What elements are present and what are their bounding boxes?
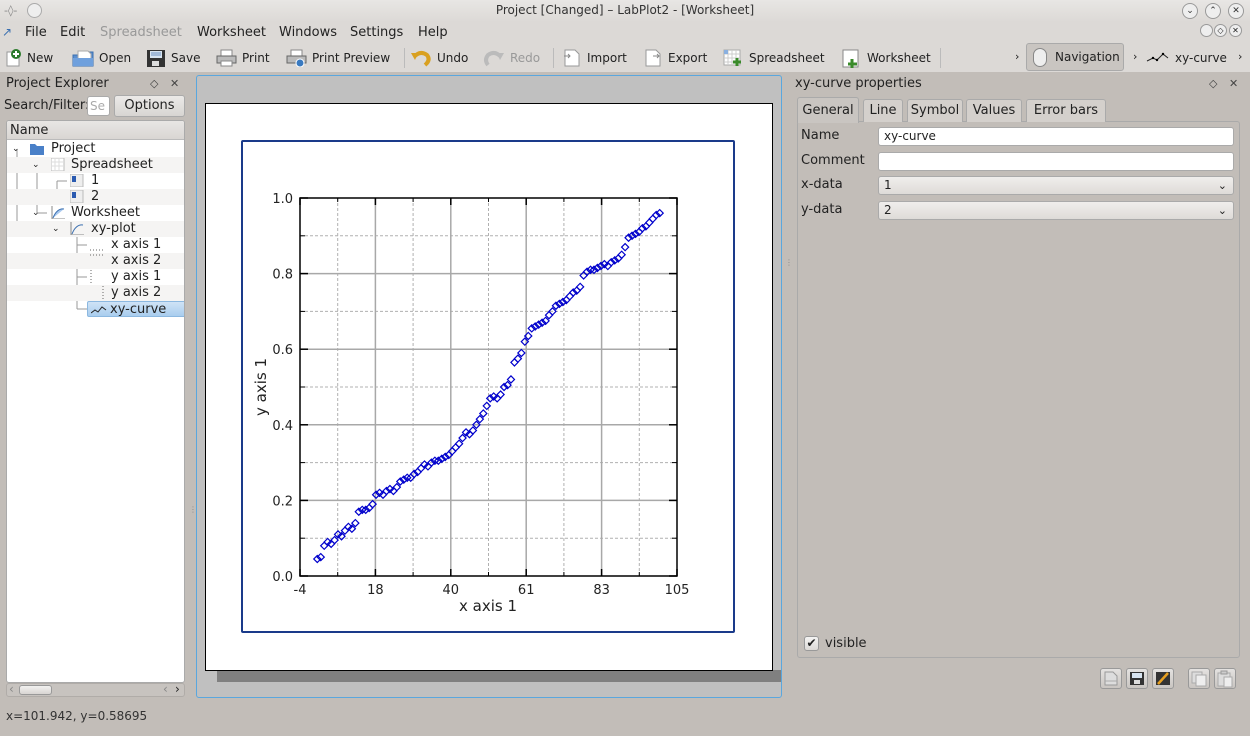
y-data-select[interactable]: 2 ⌄ (878, 201, 1234, 220)
visible-label: visible (825, 636, 867, 651)
x-tick-labels: -4 18 40 61 83 105 (294, 583, 690, 598)
x-data-select[interactable]: 1 ⌄ (878, 176, 1234, 195)
load-template-button[interactable] (1100, 668, 1122, 689)
save-as-default-button[interactable] (1152, 668, 1174, 689)
tab-symbol[interactable]: Symbol (907, 99, 963, 122)
copy-icon (1189, 669, 1209, 688)
data-point (646, 219, 653, 226)
y-tick-label: 0.0 (272, 570, 293, 585)
data-point (511, 359, 518, 366)
float-icon[interactable]: ◇ (1209, 77, 1217, 90)
data-point (418, 465, 425, 472)
x-tick-label: 18 (367, 583, 384, 598)
visible-checkbox[interactable]: ✔ (804, 636, 819, 651)
data-point (497, 391, 504, 398)
minor-grid (300, 198, 677, 576)
tab-error-bars[interactable]: Error bars (1026, 99, 1106, 122)
data-point (622, 244, 629, 251)
tab-general[interactable]: General (797, 97, 859, 123)
properties-title: xy-curve properties (795, 76, 922, 91)
paste-icon (1215, 669, 1235, 688)
y-tick-labels: 0.0 0.2 0.4 0.6 0.8 1.0 (272, 192, 293, 585)
chevron-down-icon: ⌄ (1218, 177, 1227, 194)
x-data-label: x-data (801, 177, 843, 192)
close-icon[interactable]: ✕ (1229, 77, 1238, 90)
copy-button[interactable] (1188, 668, 1210, 689)
y-tick-label: 0.8 (272, 268, 293, 283)
data-point (566, 293, 573, 300)
data-point (449, 448, 456, 455)
status-bar-coordinates: x=101.942, y=0.58695 (6, 709, 147, 723)
x-axis-title[interactable]: x axis 1 (459, 597, 517, 615)
name-field[interactable]: xy-curve (878, 127, 1234, 146)
x-tick-label: -4 (294, 583, 307, 598)
template-icon (1101, 669, 1121, 688)
y-tick-label: 0.2 (272, 494, 293, 509)
paste-button[interactable] (1214, 668, 1236, 689)
x-tick-label: 61 (518, 583, 535, 598)
data-point (649, 215, 656, 222)
data-point (452, 444, 459, 451)
y-tick-label: 0.6 (272, 343, 293, 358)
floppy-disk-icon (1127, 669, 1147, 688)
chevron-down-icon: ⌄ (1218, 202, 1227, 219)
data-point (321, 542, 328, 549)
y-tick-label: 1.0 (272, 192, 293, 207)
x-tick-label: 40 (443, 583, 460, 598)
save-edit-icon (1153, 669, 1173, 688)
y-axis-title[interactable]: y axis 1 (252, 358, 270, 416)
y-data-label: y-data (801, 202, 842, 217)
data-point (577, 283, 584, 290)
checkmark-icon: ✔ (806, 636, 816, 650)
data-point (483, 402, 490, 409)
comment-label: Comment (801, 153, 865, 168)
comment-field[interactable] (878, 152, 1234, 171)
x-tick-label: 105 (665, 583, 690, 598)
splitter-handle[interactable]: ⋮ (785, 258, 793, 267)
save-template-button[interactable] (1126, 668, 1148, 689)
tab-values[interactable]: Values (966, 99, 1022, 122)
name-label: Name (801, 128, 839, 143)
y-tick-label: 0.4 (272, 419, 293, 434)
data-point (618, 251, 625, 258)
x-tick-label: 83 (593, 583, 610, 598)
tab-line[interactable]: Line (863, 99, 903, 122)
